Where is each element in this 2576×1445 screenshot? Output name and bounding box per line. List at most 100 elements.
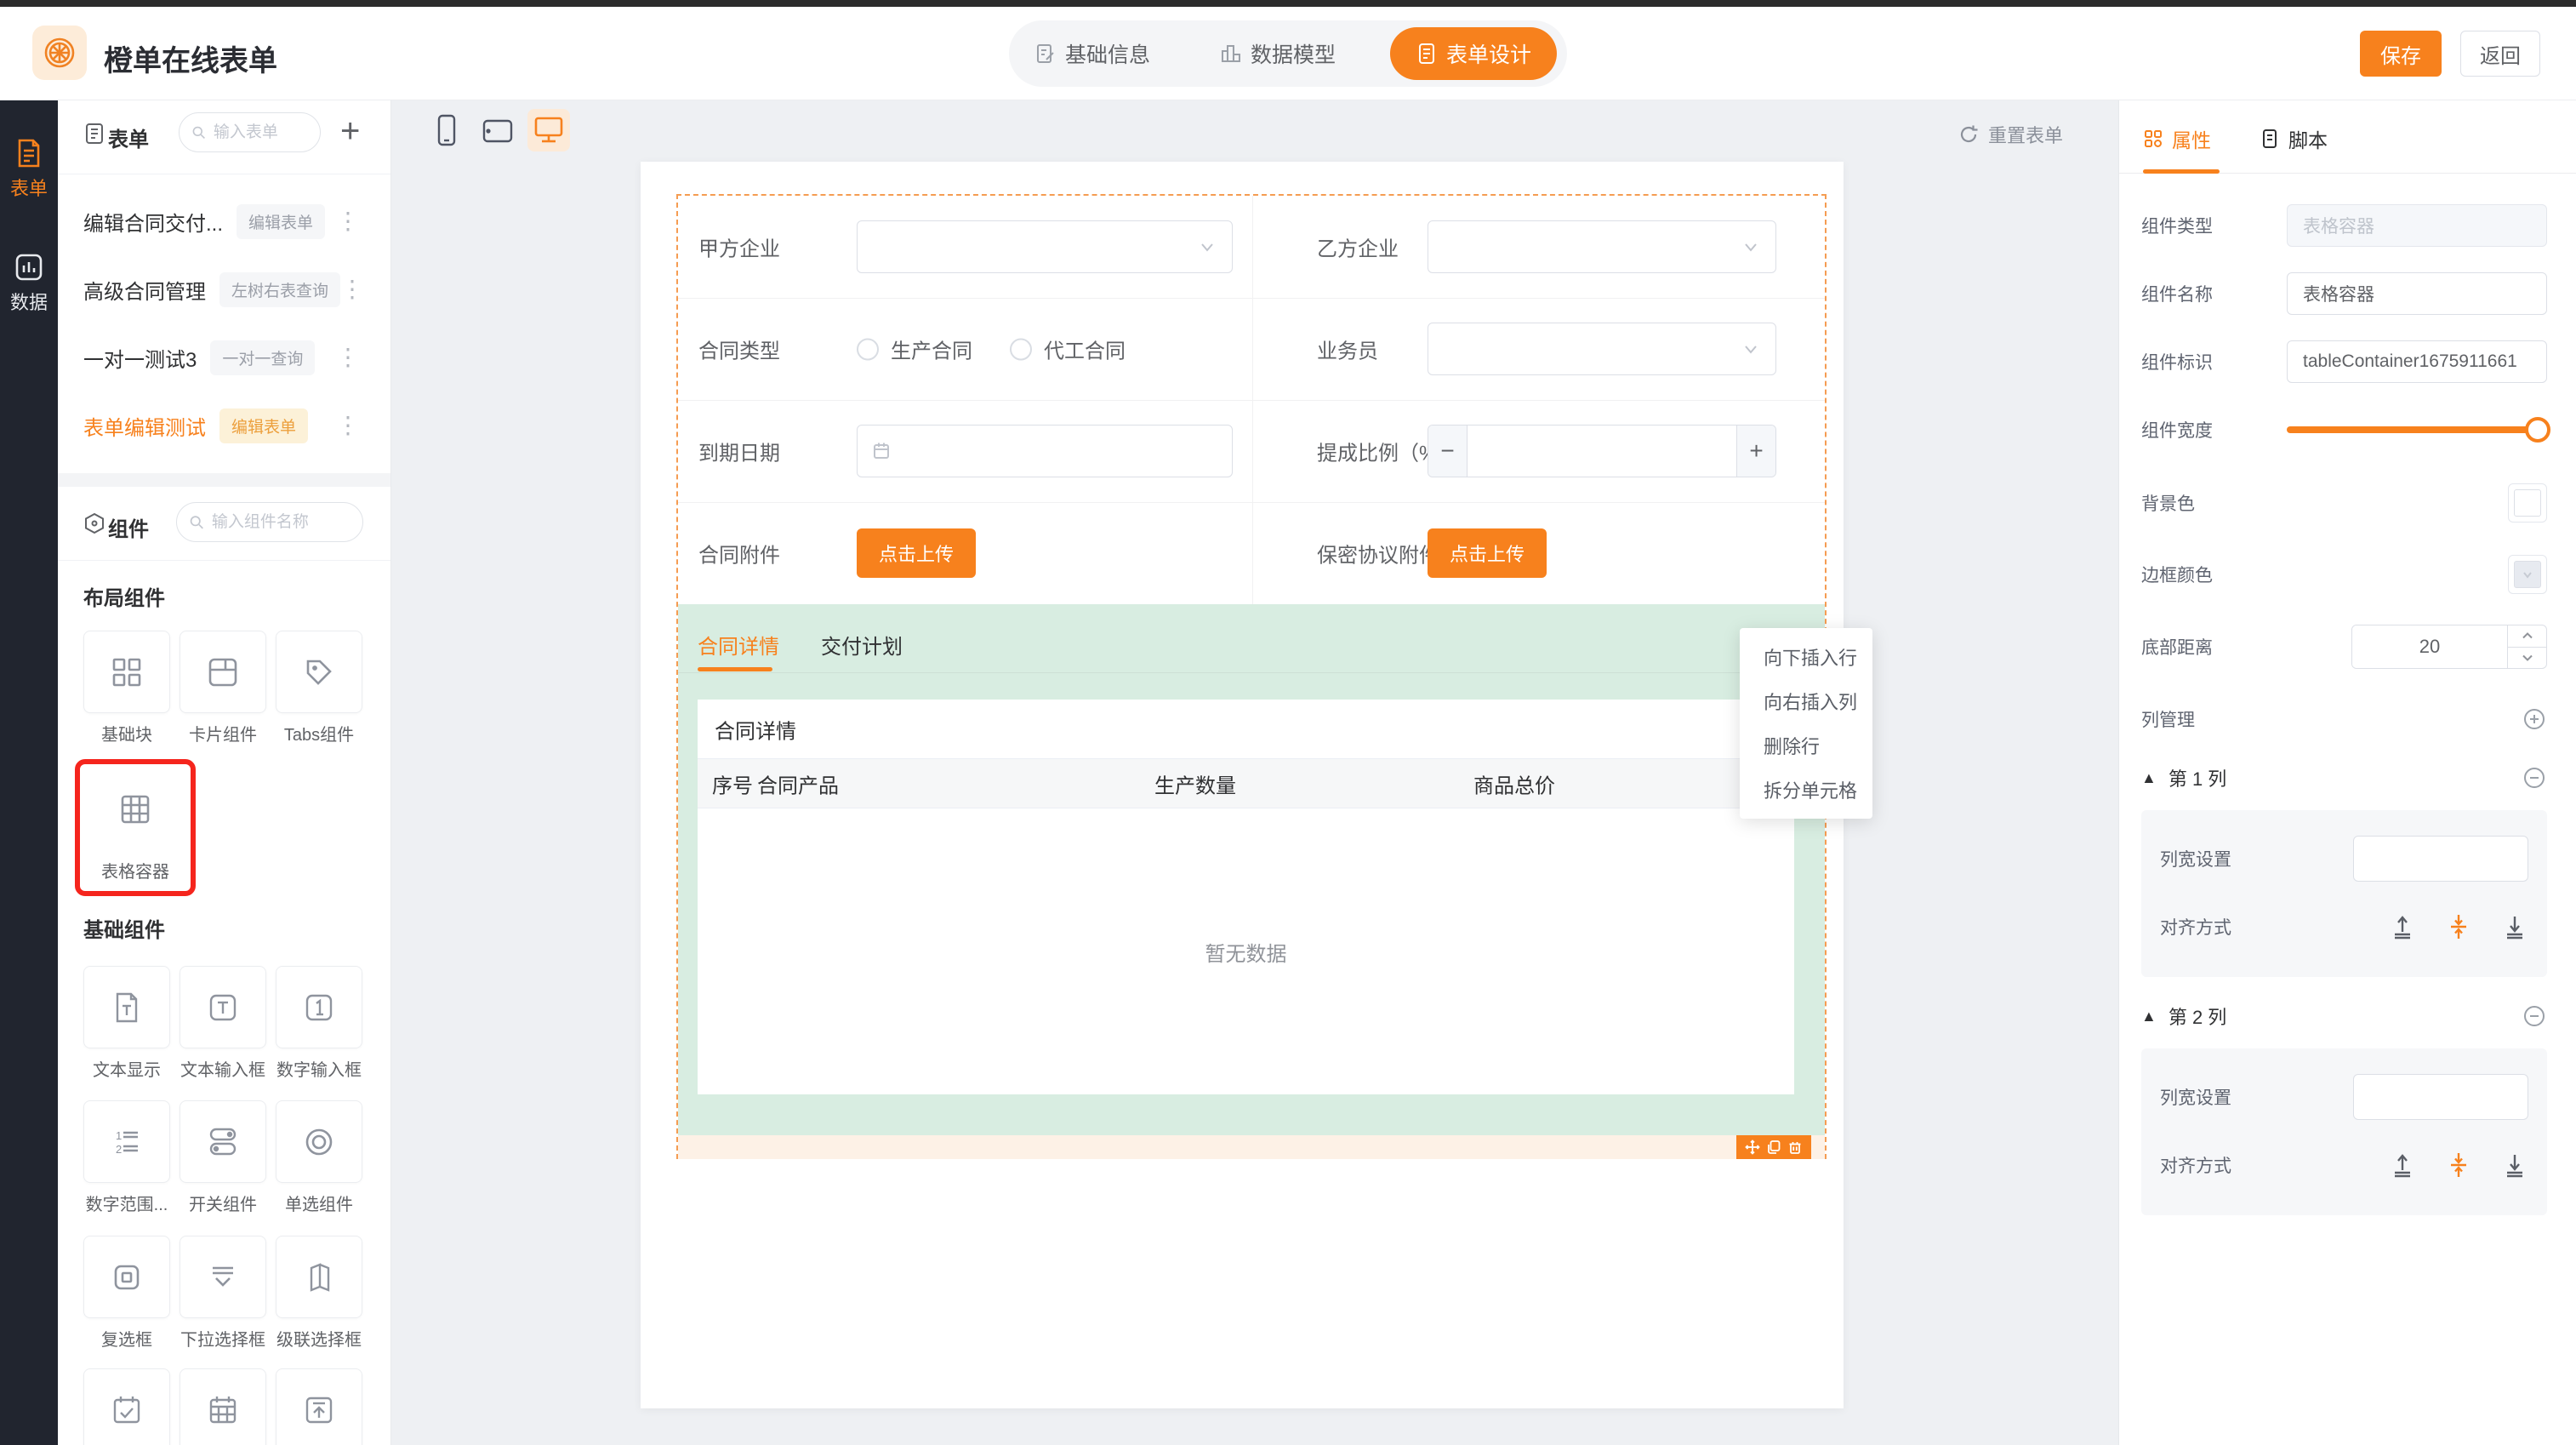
save-button[interactable]: 保存 (2360, 31, 2442, 77)
form-cell[interactable]: 提成比例（%） − + (1253, 400, 1828, 502)
form-cell[interactable]: 合同类型 生产合同 代工合同 (678, 298, 1252, 400)
menu-item-insert-row-below[interactable]: 向下插入行 (1740, 635, 1872, 679)
form-list-item-selected[interactable]: 表单编辑测试 编辑表单 ⋮ (58, 391, 390, 460)
tab-delivery-plan[interactable]: 交付计划 (821, 630, 903, 660)
tab-script[interactable]: 脚本 (2260, 124, 2328, 153)
party-b-select[interactable] (1428, 220, 1776, 273)
device-mobile-button[interactable] (425, 109, 468, 151)
salesman-select[interactable] (1428, 323, 1776, 375)
align-bottom-icon[interactable] (2501, 1151, 2528, 1179)
column-width-input[interactable] (2353, 836, 2528, 882)
field-label: 合同附件 (698, 539, 780, 568)
width-slider[interactable] (2287, 417, 2547, 443)
menu-item-insert-col-right[interactable]: 向右插入列 (1740, 679, 1872, 723)
remove-column-icon[interactable] (2522, 765, 2547, 791)
radio-option[interactable]: 生产合同 (857, 334, 972, 364)
form-cell[interactable]: 合同附件 点击上传 (678, 502, 1252, 604)
contract-upload-button[interactable]: 点击上传 (857, 528, 976, 578)
form-list-item[interactable]: 编辑合同交付... 编辑表单 ⋮ (58, 187, 390, 255)
delete-icon[interactable] (1787, 1139, 1803, 1155)
form-search-input[interactable] (214, 123, 308, 142)
align-top-icon[interactable] (2389, 1151, 2416, 1179)
component-search-input[interactable] (212, 513, 350, 532)
column-1-header[interactable]: ▲ 第 1 列 (2141, 764, 2547, 791)
tab-script-label: 脚本 (2288, 124, 2328, 153)
align-bottom-icon[interactable] (2501, 913, 2528, 940)
collapse-triangle-icon[interactable]: ▲ (2141, 1008, 2157, 1025)
component-checkbox[interactable]: 复选框 (83, 1236, 170, 1351)
component-date-picker[interactable] (83, 1368, 170, 1445)
active-tab-underline (2143, 169, 2220, 174)
due-date-input[interactable] (857, 425, 1233, 477)
menu-item-split-cell[interactable]: 拆分单元格 (1740, 768, 1872, 812)
component-text-display[interactable]: 文本显示 (83, 966, 170, 1081)
add-column-icon[interactable] (2522, 706, 2547, 732)
column-2-header[interactable]: ▲ 第 2 列 (2141, 1002, 2547, 1030)
bottom-margin-value[interactable] (2352, 625, 2507, 668)
reset-form-button[interactable]: 重置表单 (1958, 121, 2063, 148)
tab-data-model[interactable]: 数据模型 (1205, 38, 1351, 69)
component-text-input[interactable]: 文本输入框 (180, 966, 266, 1081)
nda-upload-button[interactable]: 点击上传 (1428, 528, 1547, 578)
increase-button[interactable]: + (1736, 426, 1775, 477)
form-cell[interactable]: 到期日期 (678, 400, 1252, 502)
move-icon[interactable] (1745, 1139, 1760, 1155)
form-list-item[interactable]: 高级合同管理 左树右表查询 ⋮ (58, 255, 390, 323)
device-desktop-button[interactable] (527, 109, 570, 151)
device-tablet-button[interactable] (476, 109, 519, 151)
slider-handle[interactable] (2525, 417, 2550, 443)
form-cell[interactable]: 乙方企业 (1253, 196, 1828, 298)
step-up-button[interactable] (2508, 625, 2546, 648)
menu-item-delete-row[interactable]: 删除行 (1740, 723, 1872, 768)
copy-icon[interactable] (1766, 1139, 1781, 1155)
form-search[interactable] (179, 112, 321, 152)
more-actions-icon[interactable]: ⋮ (336, 414, 360, 437)
component-date-range[interactable] (180, 1368, 266, 1445)
component-select[interactable]: 下拉选择框 (180, 1236, 266, 1351)
form-cell[interactable]: 业务员 (1253, 298, 1828, 400)
component-switch[interactable]: 开关组件 (180, 1100, 266, 1215)
tab-contract-detail[interactable]: 合同详情 (698, 630, 779, 660)
component-name-input[interactable] (2287, 272, 2547, 315)
tab-basic-info[interactable]: 基础信息 (1019, 38, 1165, 69)
rail-item-forms[interactable]: 表单 (0, 138, 58, 201)
form-list-item[interactable]: 一对一测试3 一对一查询 ⋮ (58, 323, 390, 391)
component-number-input[interactable]: 数字输入框 (276, 966, 362, 1081)
component-number-range[interactable]: 12 数字范围... (83, 1100, 170, 1215)
more-actions-icon[interactable]: ⋮ (336, 209, 360, 233)
component-table-container[interactable]: 表格容器 (92, 768, 179, 882)
form-cell[interactable]: 甲方企业 (678, 196, 1252, 298)
empty-state-text: 暂无数据 (1205, 937, 1287, 967)
bg-color-picker[interactable] (2508, 483, 2547, 523)
tab-properties[interactable]: 属性 (2143, 124, 2211, 153)
radio-icon (301, 1124, 337, 1160)
component-id-input[interactable] (2287, 340, 2547, 383)
step-down-button[interactable] (2508, 648, 2546, 669)
selected-table-container[interactable]: 甲方企业 乙方企业 (676, 194, 1827, 1159)
border-color-picker[interactable] (2508, 555, 2547, 594)
back-button[interactable]: 返回 (2460, 31, 2540, 77)
component-upload[interactable] (276, 1368, 362, 1445)
component-search[interactable] (176, 502, 363, 542)
more-actions-icon[interactable]: ⋮ (340, 277, 364, 301)
decrease-button[interactable]: − (1428, 426, 1468, 477)
column-width-input[interactable] (2353, 1074, 2528, 1120)
collapse-triangle-icon[interactable]: ▲ (2141, 769, 2157, 787)
party-a-select[interactable] (857, 220, 1233, 273)
more-actions-icon[interactable]: ⋮ (336, 346, 360, 369)
align-middle-icon[interactable] (2445, 913, 2472, 940)
component-card[interactable]: 卡片组件 (180, 631, 266, 745)
component-cascader[interactable]: 级联选择框 (276, 1236, 362, 1351)
align-top-icon[interactable] (2389, 913, 2416, 940)
add-form-button[interactable]: + (340, 114, 360, 148)
align-middle-icon[interactable] (2445, 1151, 2472, 1179)
tab-form-design[interactable]: 表单设计 (1390, 27, 1557, 80)
radio-option[interactable]: 代工合同 (1010, 334, 1126, 364)
component-radio[interactable]: 单选组件 (276, 1100, 362, 1215)
component-tabs[interactable]: Tabs组件 (276, 631, 362, 745)
remove-column-icon[interactable] (2522, 1003, 2547, 1029)
component-basic-block[interactable]: 基础块 (83, 631, 170, 745)
number-value[interactable] (1468, 426, 1736, 477)
form-cell[interactable]: 保密协议附件 点击上传 (1253, 502, 1828, 604)
rail-item-data[interactable]: 数据 (0, 252, 58, 315)
